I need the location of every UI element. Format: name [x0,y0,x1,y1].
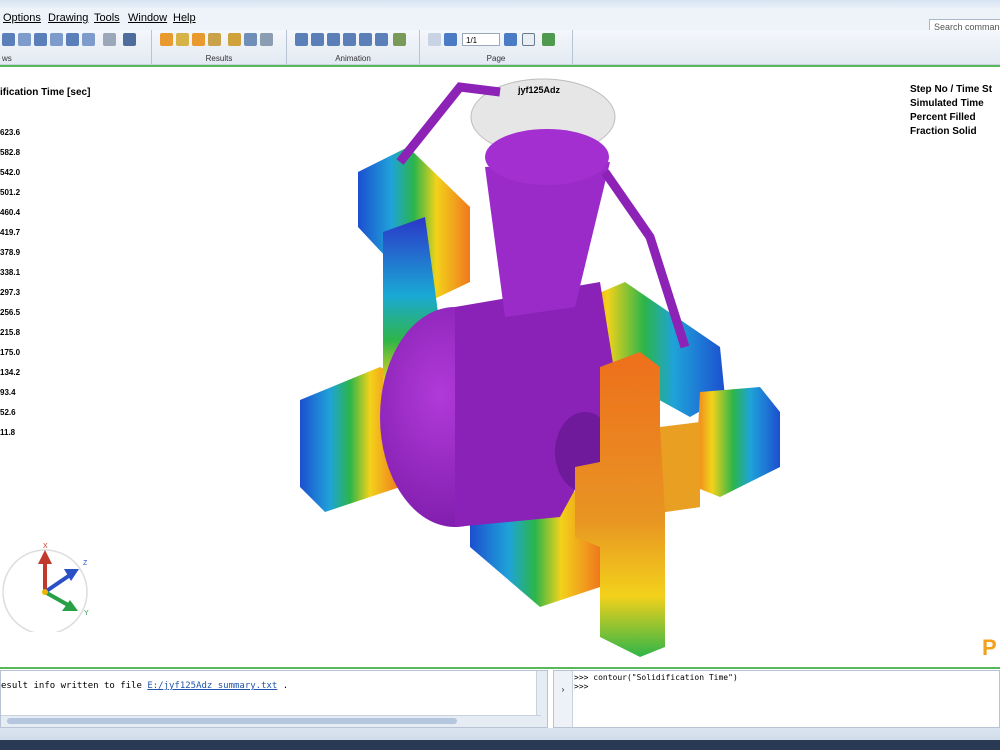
toolbar-group-label: Animation [335,54,371,63]
legend-value: 501.2 [0,188,21,197]
command-history[interactable]: >>> contour("Solidification Time") >>> [574,673,738,691]
model-name-label: jyf125Adz [518,85,561,95]
axis-x-label: X [43,543,48,550]
simulation-info: Step No / Time St Simulated Time Percent… [910,83,992,139]
anchor-icon[interactable] [123,33,136,46]
toolbar-group-label: ws [2,54,12,63]
select-icon[interactable] [103,33,116,46]
expand-chevron-icon[interactable]: › [554,685,572,694]
legend-value: 623.6 [0,128,21,137]
step-back-icon[interactable] [327,33,340,46]
command-window[interactable]: › >>> contour("Solidification Time") >>> [553,670,1000,728]
info-simulated-time: Simulated Time [910,98,984,109]
play-icon[interactable] [343,33,356,46]
legend-value: 134.2 [0,368,21,377]
page-value: 1/1 [466,36,478,45]
legend-value: 93.4 [0,388,16,397]
axis-y-label: Y [84,610,89,617]
legend-value: 11.8 [0,428,16,437]
command-gutter: › [554,671,573,727]
toolbar-group-label: Page [486,54,506,63]
legend-title: ification Time [sec] [0,87,91,98]
menu-help[interactable]: Help [173,12,196,24]
3d-viewport[interactable]: ification Time [sec] 623.6 582.8 542.0 5… [0,67,1000,667]
command-line: >>> contour("Solidification Time") [574,673,738,682]
console-line: esult info written to file E:/jyf125Adz_… [1,681,288,691]
toolbar-group-animation: Animation [287,30,420,64]
toolbar-group-label: Results [205,54,233,63]
ribbon-toolbar: ws Results Animation 1/1 Page [0,30,1000,65]
viewport-bottom-border [0,667,1000,669]
skip-forward-icon[interactable] [375,33,388,46]
page-next-icon[interactable] [504,33,517,46]
os-taskbar [0,740,1000,750]
legend-value: 175.0 [0,348,21,357]
contour-icon[interactable] [160,33,173,46]
legend-value: 542.0 [0,168,21,177]
window-icon[interactable] [522,33,535,46]
menu-drawing[interactable]: Drawing [48,12,88,24]
zoom-icon[interactable] [66,33,79,46]
brand-logo: P [982,635,997,660]
menu-options[interactable]: Options [3,12,41,24]
title-strip [0,0,1000,8]
probe-icon[interactable] [244,33,257,46]
legend-value: 419.7 [0,228,21,237]
legend-value: 256.5 [0,308,21,317]
legend-value: 338.1 [0,268,21,277]
toolbar-group-views: ws [0,30,152,64]
result-layer-icon[interactable] [208,33,221,46]
toolbar-group-page: 1/1 Page [420,30,573,64]
pan-icon[interactable] [34,33,47,46]
filter-icon[interactable] [260,33,273,46]
console-horizontal-scrollbar[interactable] [1,715,541,727]
view-icon[interactable] [2,33,15,46]
toolbar-group-results: Results [152,30,287,64]
casting-model[interactable] [0,67,1000,667]
skip-back-icon[interactable] [311,33,324,46]
step-forward-icon[interactable] [359,33,372,46]
console-prefix: esult info written to file [1,681,148,691]
menu-bar: Options Drawing Tools Window Help Search… [0,8,1000,34]
axis-triad-icon: X Z Y [2,543,89,632]
page-prev-icon[interactable] [444,33,457,46]
export-icon[interactable] [393,33,406,46]
message-console[interactable]: esult info written to file E:/jyf125Adz_… [0,670,548,728]
legend-value: 460.4 [0,208,21,217]
zoom-fit-icon[interactable] [50,33,63,46]
scrollbar-thumb[interactable] [7,718,457,724]
summary-file-link[interactable]: E:/jyf125Adz_summary.txt [147,681,277,691]
move-icon[interactable] [82,33,95,46]
command-prompt: >>> [574,682,589,691]
menu-tools[interactable]: Tools [94,12,120,24]
shade-icon[interactable] [176,33,189,46]
legend-value: 297.3 [0,288,21,297]
legend-value: 582.8 [0,148,21,157]
new-page-icon[interactable] [428,33,441,46]
axis-z-label: Z [83,560,88,567]
legend-value: 378.9 [0,248,21,257]
menu-window[interactable]: Window [128,12,167,24]
info-fraction-solid: Fraction Solid [910,126,977,137]
console-suffix: . [277,681,289,691]
page-selector[interactable]: 1/1 [462,33,500,46]
graph-icon[interactable] [228,33,241,46]
layout-icon[interactable] [542,33,555,46]
rotate-icon[interactable] [18,33,31,46]
step-icon[interactable] [295,33,308,46]
iso-surface-icon[interactable] [192,33,205,46]
info-percent-filled: Percent Filled [910,112,976,123]
info-step-time: Step No / Time St [910,84,993,95]
legend-value: 215.8 [0,328,21,337]
legend-value: 52.6 [0,408,16,417]
